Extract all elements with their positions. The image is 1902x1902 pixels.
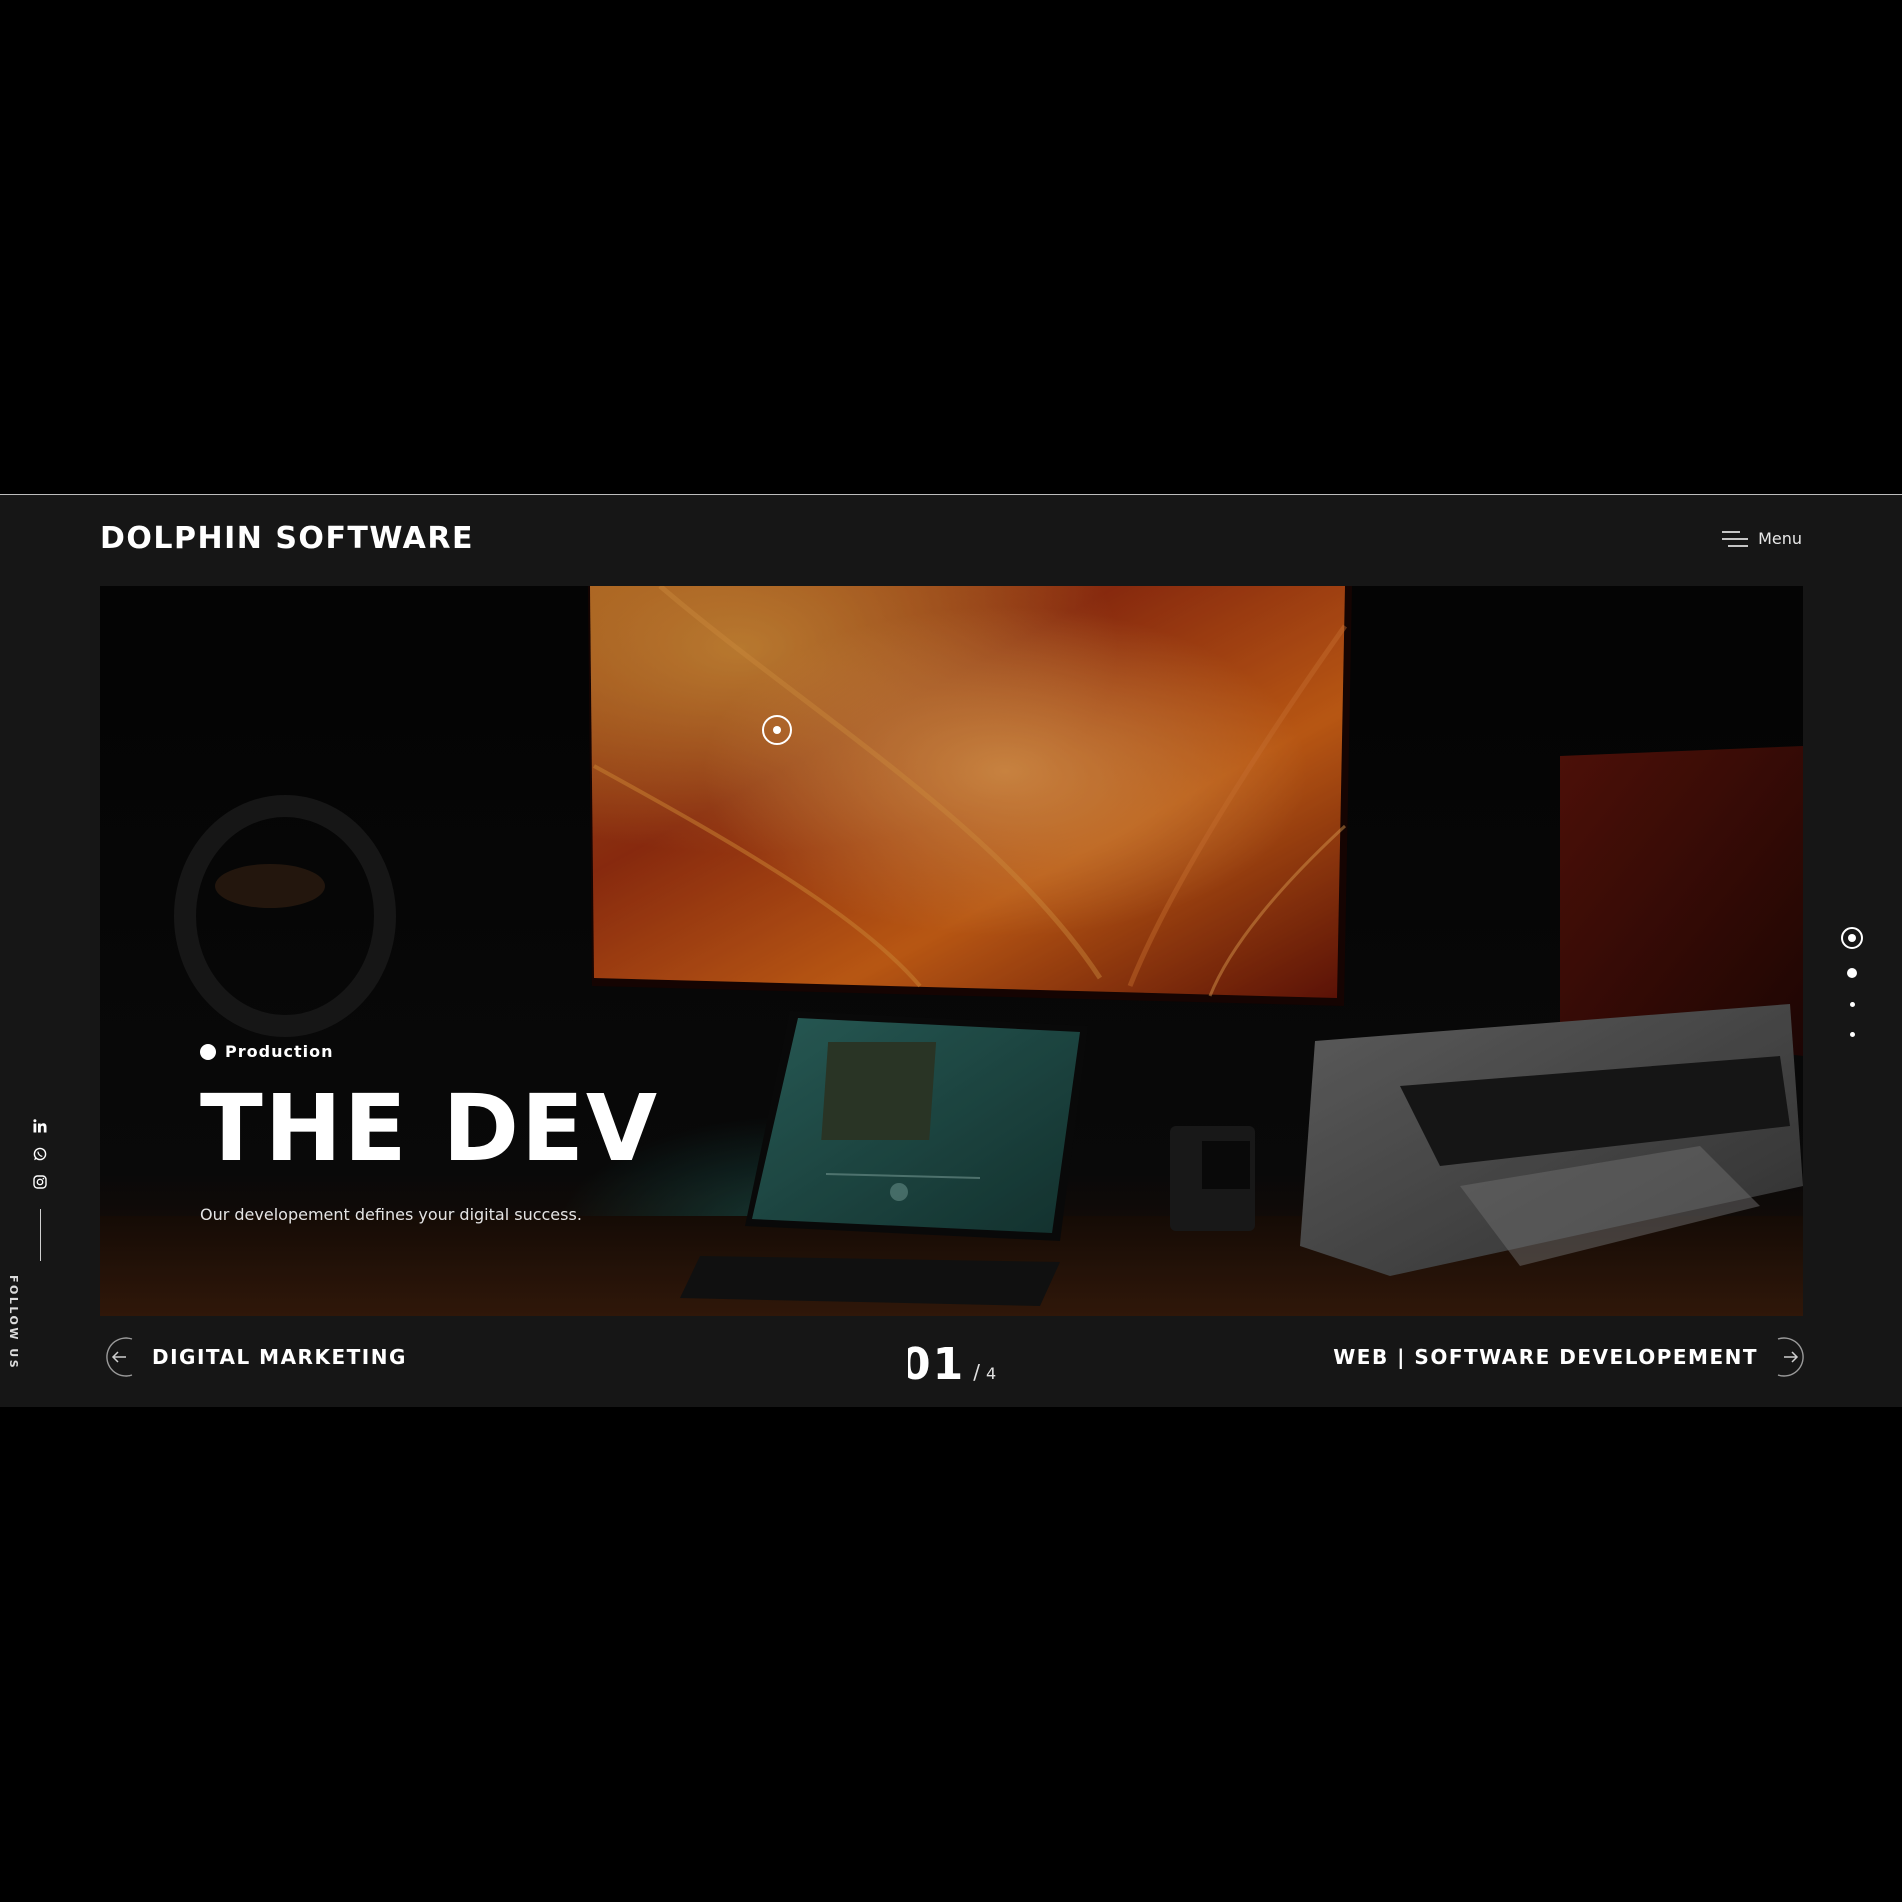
next-slide-label: WEB | SOFTWARE DEVELOPEMENT	[1333, 1345, 1758, 1369]
slide-navigation: DIGITAL MARKETING 01 / 4 WEB | SOFTWARE …	[100, 1335, 1810, 1390]
slide-counter-total: 4	[985, 1364, 997, 1383]
social-divider-line	[39, 1209, 41, 1261]
instagram-icon[interactable]	[33, 1175, 47, 1189]
dot-icon	[200, 1043, 216, 1060]
slide-counter-current: 01	[900, 1339, 966, 1390]
social-links	[30, 1119, 50, 1261]
slide-counter-separator: /	[973, 1360, 980, 1384]
pagination-dot-1[interactable]	[1841, 927, 1863, 949]
hero-eyebrow-label: Production	[225, 1042, 334, 1061]
menu-label: Menu	[1758, 529, 1802, 548]
hero-slide: Production THE DEV Our developement defi…	[100, 586, 1803, 1316]
arrow-right-icon	[1777, 1337, 1804, 1377]
menu-lines-icon	[1722, 530, 1749, 547]
hero-subtitle: Our developement defines your digital su…	[200, 1205, 582, 1224]
hero-text-block: Production THE DEV Our developement defi…	[200, 1042, 659, 1224]
next-slide-button[interactable]: WEB | SOFTWARE DEVELOPEMENT	[1333, 1335, 1810, 1379]
linkedin-icon[interactable]	[33, 1119, 47, 1133]
arrow-left-icon	[106, 1337, 133, 1377]
cursor-ring-icon	[762, 715, 792, 745]
hero-eyebrow: Production	[200, 1042, 659, 1061]
slide-pagination	[1838, 927, 1866, 1037]
pagination-dot-2[interactable]	[1847, 968, 1857, 978]
slide-counter: 01 / 4	[900, 1339, 996, 1390]
hero-title: THE DEV	[200, 1075, 660, 1182]
follow-us-label: FOLLOW US	[7, 1275, 20, 1371]
prev-slide-button[interactable]: DIGITAL MARKETING	[100, 1335, 407, 1379]
menu-button[interactable]: Menu	[1722, 529, 1802, 548]
whatsapp-icon[interactable]	[33, 1147, 47, 1161]
site-logo[interactable]: DOLPHIN SOFTWARE	[100, 521, 474, 556]
site-frame: DOLPHIN SOFTWARE Menu Production THE DEV…	[0, 494, 1902, 1407]
pagination-dot-4[interactable]	[1849, 1032, 1855, 1037]
prev-slide-label: DIGITAL MARKETING	[152, 1345, 407, 1369]
pagination-dot-3[interactable]	[1849, 1002, 1855, 1007]
